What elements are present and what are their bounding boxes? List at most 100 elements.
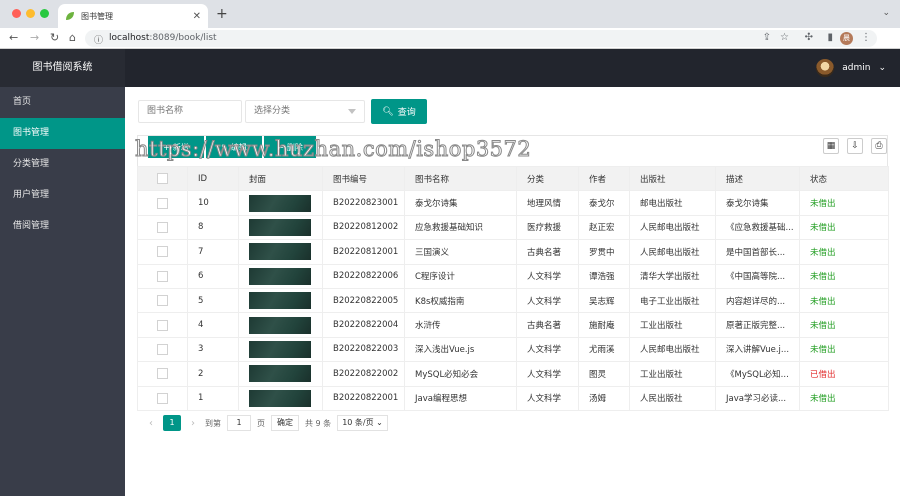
reload-icon[interactable]: ↻ [50, 31, 59, 44]
header-checkbox-cell[interactable] [137, 166, 188, 192]
row-checkbox-cell[interactable] [137, 215, 188, 241]
table-row[interactable]: 1 B20220822001 Java编程思想 人文科学 汤姆 人民出版社 Java学习必读… [137, 386, 889, 411]
tab-list-chevron-icon[interactable]: ⌄ [882, 8, 890, 18]
add-button[interactable]: + 新增 [148, 136, 204, 158]
prev-page-icon[interactable]: ‹ [145, 418, 157, 429]
description-cell: 《应急救援基础... [715, 215, 800, 241]
category-cell: 人文科学 [516, 386, 579, 411]
name-cell: 深入浅出Vue.js [404, 337, 517, 363]
search-icon: 🔍︎ [382, 106, 394, 117]
avatar [816, 59, 835, 77]
name-cell: 应急救援基础知识 [404, 215, 517, 241]
share-icon[interactable]: ⇪ [763, 32, 771, 43]
table-row[interactable]: 5 B20220822005 K8s权威指南 人文科学 吴志辉 电子工业出版社 内容超详尽的… [137, 288, 889, 314]
row-checkbox[interactable] [157, 270, 168, 282]
maximize-window-dot[interactable] [40, 9, 49, 18]
column-header: ID [187, 166, 239, 192]
url-field[interactable]: ⓘ localhost:8089/book/list ⇪ ☆ ✣ ▮ 晨 ⋮ [85, 30, 877, 47]
column-header: 封面 [238, 166, 323, 192]
row-checkbox-cell[interactable] [137, 312, 188, 338]
back-arrow-icon[interactable]: ← [9, 31, 18, 44]
home-icon[interactable]: ⌂ [69, 31, 76, 44]
description-cell: Java学习必读... [715, 386, 800, 411]
cover-cell [238, 239, 323, 265]
row-checkbox[interactable] [157, 221, 168, 233]
sidebar-item-users[interactable]: 用户管理 [0, 180, 125, 211]
user-menu[interactable]: admin ⌄ [816, 59, 886, 77]
book-cover-image [249, 218, 311, 236]
sidebar-item-categories[interactable]: 分类管理 [0, 149, 125, 180]
goto-page-input[interactable]: 1 [227, 415, 251, 431]
cover-cell [238, 264, 323, 289]
row-checkbox-cell[interactable] [137, 239, 188, 265]
description-cell: 内容超详尽的... [715, 288, 800, 314]
row-checkbox-cell[interactable] [137, 190, 188, 216]
columns-filter-icon[interactable]: ▦ [823, 138, 839, 154]
row-checkbox[interactable] [157, 392, 168, 404]
extensions-icon[interactable]: ✣ [805, 32, 813, 43]
edit-button[interactable]: ✎ 编辑 [206, 136, 262, 158]
row-checkbox-cell[interactable] [137, 361, 188, 387]
row-checkbox[interactable] [157, 319, 168, 331]
category-cell: 人文科学 [516, 337, 579, 363]
close-window-dot[interactable] [12, 9, 21, 18]
description-cell: 深入讲解Vue.j... [715, 337, 800, 363]
author-cell: 吴志辉 [578, 288, 630, 314]
row-checkbox[interactable] [157, 246, 168, 258]
delete-button[interactable]: − 删除 [264, 136, 316, 158]
sidebar-toggle-icon[interactable]: ▮ [827, 32, 833, 43]
page-size-select[interactable]: 10 条/页 ⌄ [337, 415, 388, 431]
minimize-window-dot[interactable] [26, 9, 35, 18]
table-row[interactable]: 6 B20220822006 C程序设计 人文科学 谭浩强 清华大学出版社 《中国高等院..… [137, 264, 889, 289]
table-row[interactable]: 10 B20220823001 泰戈尔诗集 地理风情 泰戈尔 邮电出版社 泰戈尔诗集 未借出 [137, 190, 889, 216]
category-select[interactable]: 选择分类 [245, 100, 365, 123]
table-row[interactable]: 2 B20220822002 MySQL必知必会 人文科学 图灵 工业出版社 《MySQL必… [137, 361, 889, 387]
row-checkbox-cell[interactable] [137, 264, 188, 289]
cover-cell [238, 288, 323, 314]
close-tab-icon[interactable]: ✕ [193, 11, 201, 22]
table-row[interactable]: 7 B20220812001 三国演义 古典名著 罗贯中 人民邮电出版社 是中国首部长...… [137, 239, 889, 265]
sidebar-item-books[interactable]: 图书管理 [0, 118, 125, 149]
sidebar-item-borrows[interactable]: 借阅管理 [0, 211, 125, 242]
browser-tab[interactable]: 图书管理 ✕ [58, 4, 208, 28]
table-row[interactable]: 4 B20220822004 水浒传 古典名著 施耐庵 工业出版社 原著正版完整... 未借出 [137, 312, 889, 338]
browser-menu-icon[interactable]: ⋮ [861, 32, 871, 43]
goto-confirm-button[interactable]: 确定 [271, 415, 299, 431]
row-checkbox[interactable] [157, 343, 168, 355]
select-all-checkbox[interactable] [157, 173, 168, 185]
row-checkbox-cell[interactable] [137, 288, 188, 314]
sidebar-item-home[interactable]: 首页 [0, 87, 125, 118]
cover-cell [238, 337, 323, 363]
row-checkbox[interactable] [157, 368, 168, 380]
next-page-icon[interactable]: › [187, 418, 199, 429]
search-button[interactable]: 🔍︎ 查询 [371, 99, 427, 124]
row-checkbox[interactable] [157, 295, 168, 307]
site-info-icon[interactable]: ⓘ [94, 33, 103, 46]
description-cell: 《MySQL必知... [715, 361, 800, 387]
row-checkbox-cell[interactable] [137, 386, 188, 411]
author-cell: 谭浩强 [578, 264, 630, 289]
app-logo-title: 图书借阅系统 [0, 49, 125, 87]
publisher-cell: 人民出版社 [629, 386, 716, 411]
book-cover-image [249, 316, 311, 334]
name-cell: Java编程思想 [404, 386, 517, 411]
status-cell: 已借出 [799, 361, 889, 387]
export-icon[interactable]: ⇩ [847, 138, 863, 154]
row-checkbox-cell[interactable] [137, 337, 188, 363]
profile-avatar[interactable]: 晨 [840, 32, 853, 45]
url-text: localhost:8089/book/list [109, 33, 217, 43]
table-row[interactable]: 8 B20220812002 应急救援基础知识 医疗救援 赵正宏 人民邮电出版社 《应急救援… [137, 215, 889, 241]
print-icon[interactable]: ⎙ [871, 138, 887, 154]
table-row[interactable]: 3 B20220822003 深入浅出Vue.js 人文科学 尤雨溪 人民邮电出版社 深入讲… [137, 337, 889, 363]
current-page[interactable]: 1 [163, 415, 181, 431]
table-body: 10 B20220823001 泰戈尔诗集 地理风情 泰戈尔 邮电出版社 泰戈尔诗集 未借出 8… [137, 190, 889, 411]
goto-label: 到第 [205, 418, 221, 428]
bookmark-star-icon[interactable]: ☆ [780, 32, 789, 43]
status-cell: 未借出 [799, 190, 889, 216]
book-name-input[interactable]: 图书名称 [138, 100, 242, 123]
forward-arrow-icon[interactable]: → [30, 31, 39, 44]
book-table: ID 封面 图书编号 图书名称 分类 作者 出版社 描述 状态 10 B20220… [137, 166, 889, 411]
publisher-cell: 邮电出版社 [629, 190, 716, 216]
new-tab-icon[interactable]: + [216, 6, 228, 22]
row-checkbox[interactable] [157, 197, 168, 209]
